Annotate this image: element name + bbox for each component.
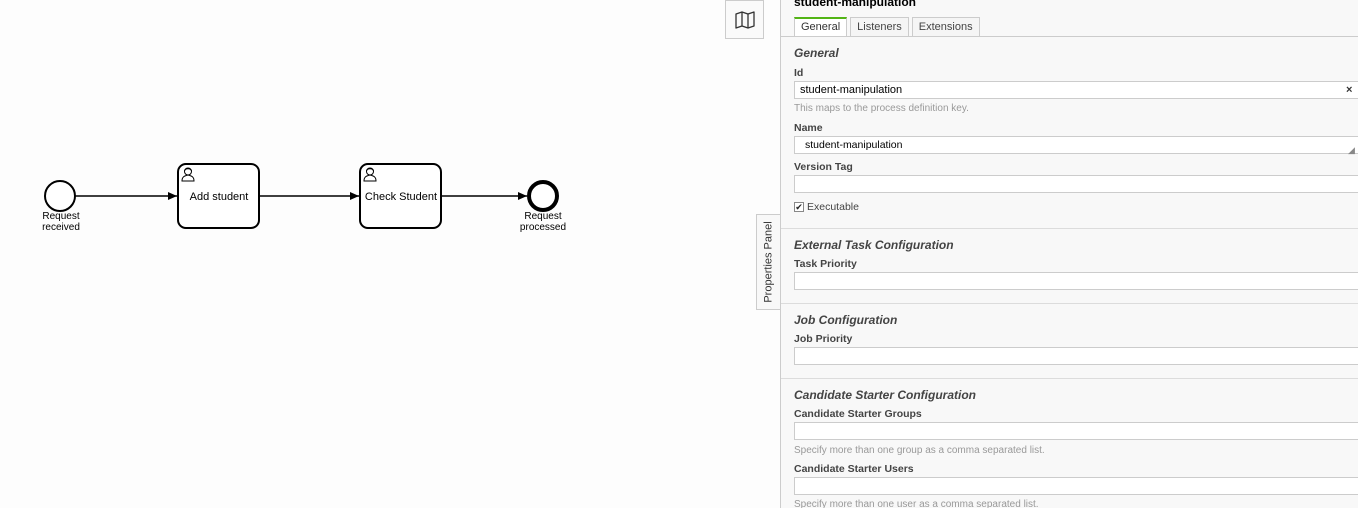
section-title-external-task: External Task Configuration	[794, 238, 954, 252]
tab-general[interactable]: General	[794, 17, 848, 37]
job-priority-input[interactable]	[794, 347, 1358, 365]
id-hint: This maps to the process definition key.	[794, 103, 969, 114]
tabs-divider	[781, 36, 1358, 37]
map-icon	[734, 10, 755, 29]
task-label: Add student	[190, 191, 249, 203]
section-title-job: Job Configuration	[794, 313, 898, 327]
name-textarea[interactable]: student-manipulation	[794, 136, 1358, 154]
resize-handle-icon[interactable]: ◢	[1348, 145, 1355, 156]
bpmn-diagram: Request received Add student Check Stude…	[42, 163, 566, 233]
section-divider	[781, 228, 1358, 229]
name-label: Name	[794, 122, 823, 134]
executable-checkbox[interactable]: ✔	[794, 202, 804, 212]
minimap-toggle-button[interactable]	[725, 0, 764, 39]
candidate-groups-label: Candidate Starter Groups	[794, 408, 922, 420]
candidate-users-label: Candidate Starter Users	[794, 463, 914, 475]
executable-label: Executable	[807, 201, 859, 213]
end-event-label: processed	[520, 222, 566, 233]
end-event[interactable]	[527, 180, 559, 212]
version-tag-label: Version Tag	[794, 161, 853, 173]
task-label: Check Student	[365, 191, 437, 203]
task-priority-label: Task Priority	[794, 258, 857, 270]
start-event-label: Request	[42, 211, 79, 222]
version-tag-input[interactable]	[794, 175, 1358, 193]
task-check-student[interactable]: Check Student	[359, 163, 442, 229]
end-event-label: Request	[524, 211, 561, 222]
id-label: Id	[794, 67, 804, 79]
properties-tabs: General Listeners Extensions	[794, 17, 983, 37]
section-divider	[781, 303, 1358, 304]
tab-listeners[interactable]: Listeners	[850, 17, 909, 37]
properties-panel-toggle-label: Properties Panel	[763, 221, 776, 303]
id-input[interactable]: student-manipulation	[794, 81, 1358, 99]
job-priority-label: Job Priority	[794, 333, 853, 345]
section-title-general: General	[794, 46, 839, 60]
task-priority-input[interactable]	[794, 272, 1358, 290]
executable-row: ✔ Executable	[794, 201, 859, 213]
diagram-canvas[interactable]: Request received Add student Check Stude…	[0, 0, 780, 508]
tab-extensions[interactable]: Extensions	[911, 17, 980, 37]
task-add-student[interactable]: Add student	[177, 163, 260, 229]
properties-panel-toggle[interactable]: Properties Panel	[756, 214, 781, 310]
section-divider	[781, 378, 1358, 379]
candidate-users-hint: Specify more than one user as a comma se…	[794, 499, 1039, 508]
candidate-groups-input[interactable]	[794, 422, 1358, 440]
candidate-users-input[interactable]	[794, 477, 1358, 495]
section-title-candidate-starter: Candidate Starter Configuration	[794, 388, 977, 402]
start-event-label: received	[42, 222, 80, 233]
clear-id-button[interactable]: ×	[1346, 84, 1352, 96]
candidate-groups-hint: Specify more than one group as a comma s…	[794, 445, 1045, 456]
process-title: student-manipulation	[794, 0, 916, 9]
start-event[interactable]	[44, 180, 76, 212]
properties-panel: student-manipulation General Listeners E…	[780, 0, 1358, 508]
